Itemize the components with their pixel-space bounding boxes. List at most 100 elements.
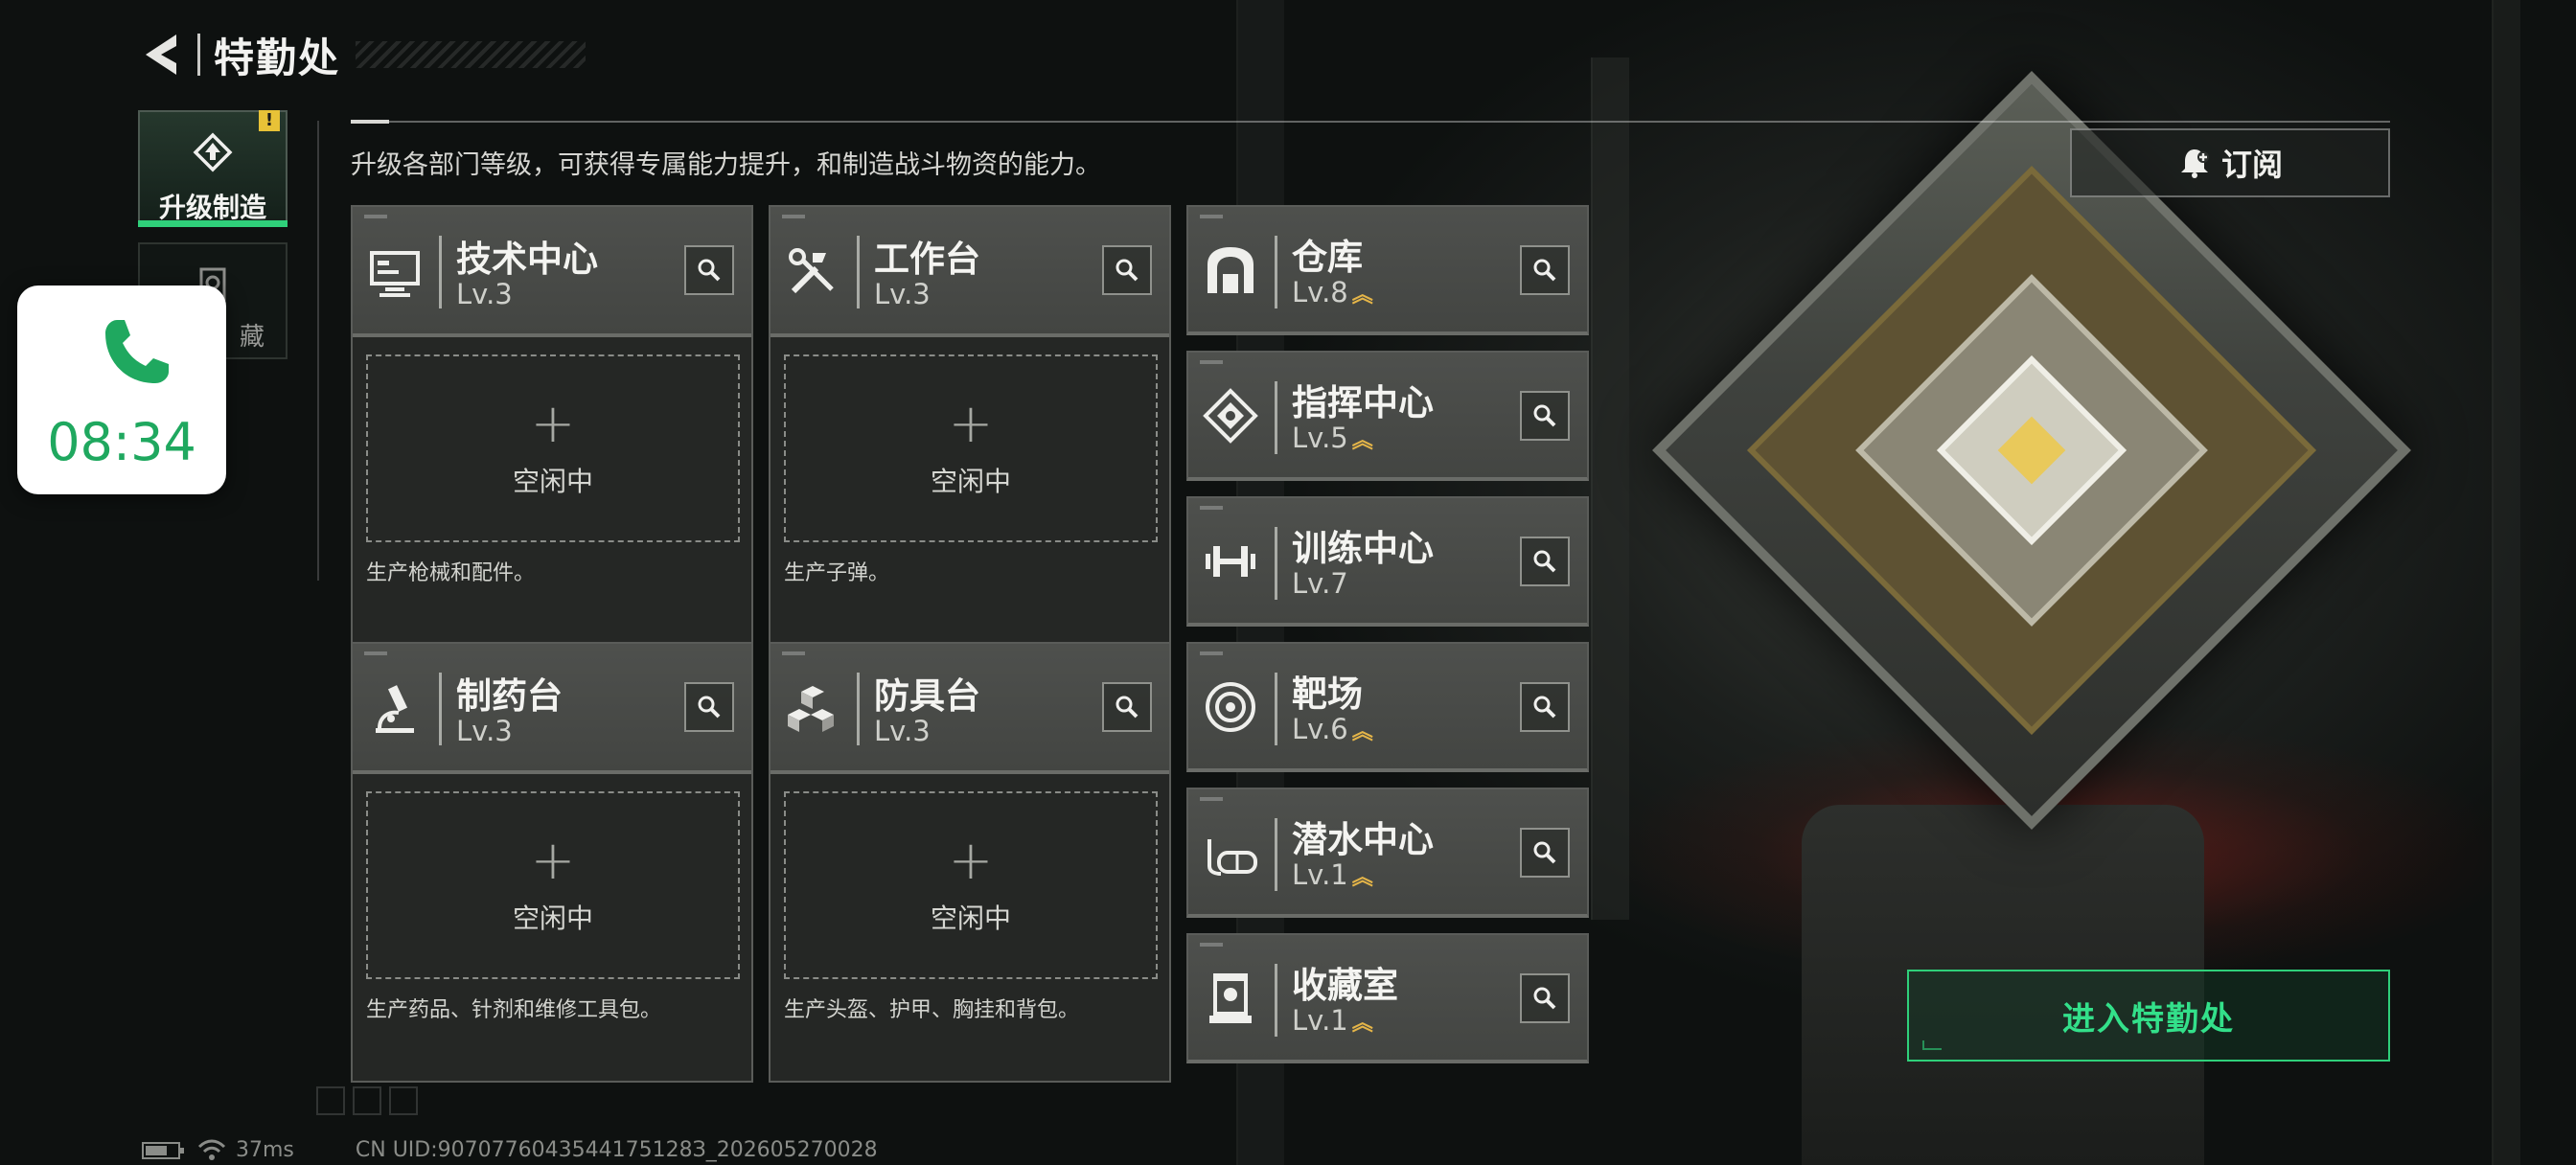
microscope-icon — [376, 685, 414, 733]
phone-icon — [105, 320, 169, 383]
search-button[interactable] — [1102, 682, 1152, 732]
search-button[interactable] — [1520, 682, 1570, 732]
add-icon: + — [530, 830, 576, 892]
facility-name: 仓库 — [1292, 237, 1363, 278]
slot-status: 空闲中 — [512, 466, 593, 497]
facility-level: Lv.1 — [1292, 1004, 1348, 1037]
slot-description: 生产头盔、护甲、胸挂和背包。 — [784, 998, 1080, 1022]
title-decoration — [356, 41, 586, 68]
search-button[interactable] — [1102, 245, 1152, 295]
facility-level: Lv.3 — [456, 715, 513, 747]
production-slot[interactable]: + 空闲中 — [366, 791, 740, 979]
facility-card-warehouse[interactable]: 仓库 Lv.8 ︽ — [1186, 205, 1589, 335]
facility-name: 技术中心 — [456, 239, 598, 280]
search-icon — [1533, 259, 1556, 282]
card-header[interactable]: 技术中心 Lv.3 — [353, 207, 751, 337]
diving-mask-icon — [1208, 839, 1257, 876]
search-button[interactable] — [684, 245, 734, 295]
section-description: 升级各部门等级，可获得专属能力提升，和制造战斗物资的能力。 — [351, 150, 1101, 180]
facility-level: Lv.1 — [1292, 858, 1348, 891]
computer-icon — [370, 251, 420, 297]
bottom-decoration — [316, 1086, 418, 1115]
upgrade-available-icon: ︽ — [1351, 866, 1373, 890]
facility-level: Lv.5 — [1292, 422, 1348, 454]
production-slot-area: + 空闲中 生产药品、针剂和维修工具包。 — [353, 774, 751, 1081]
facility-name: 收藏室 — [1292, 965, 1398, 1006]
dumbbell-icon — [1206, 546, 1255, 577]
search-button[interactable] — [1520, 973, 1570, 1023]
card-header[interactable]: 工作台 Lv.3 — [770, 207, 1169, 337]
slot-description: 生产枪械和配件。 — [366, 561, 536, 585]
facility-level: Lv.6 — [1292, 713, 1348, 745]
facility-name: 工作台 — [874, 239, 980, 280]
search-button[interactable] — [1520, 391, 1570, 441]
facility-card-diving-center[interactable]: 潜水中心 Lv.1 ︽ — [1186, 788, 1589, 918]
facility-name: 训练中心 — [1292, 528, 1434, 569]
search-icon — [1533, 550, 1556, 573]
target-icon — [1206, 682, 1255, 732]
facility-level: Lv.3 — [456, 278, 513, 310]
title-divider — [197, 34, 200, 76]
upgrade-available-icon: ︽ — [1351, 1012, 1373, 1036]
facility-level: Lv.8 — [1292, 276, 1348, 308]
facility-name: 潜水中心 — [1292, 819, 1434, 860]
vertical-divider — [317, 121, 319, 581]
facility-card-workbench: 工作台 Lv.3 + 空闲中 生产子弹。 — [769, 205, 1171, 646]
ping-value: 37ms — [236, 1138, 294, 1162]
slot-description: 生产子弹。 — [784, 561, 890, 585]
upgrade-available-icon: ︽ — [1351, 284, 1373, 308]
trophy-case-icon — [1209, 973, 1252, 1023]
search-icon — [698, 696, 721, 719]
facility-level: Lv.7 — [1292, 567, 1348, 600]
add-icon: + — [948, 393, 994, 455]
nav-tab-upgrade-build[interactable]: ! 升级制造 — [138, 110, 288, 227]
facility-card-pharmacy: 制药台 Lv.3 + 空闲中 生产药品、针剂和维修工具包。 — [351, 642, 753, 1083]
production-slot[interactable]: + 空闲中 — [784, 791, 1158, 979]
command-chip-icon — [1203, 388, 1258, 444]
add-icon: + — [530, 393, 576, 455]
search-button[interactable] — [684, 682, 734, 732]
search-icon — [1116, 259, 1138, 282]
facility-card-collection-room[interactable]: 收藏室 Lv.1 ︽ — [1186, 933, 1589, 1063]
search-icon — [698, 259, 721, 282]
production-slot-area: + 空闲中 生产头盔、护甲、胸挂和背包。 — [770, 774, 1169, 1081]
search-icon — [1533, 404, 1556, 427]
back-button[interactable] — [134, 26, 188, 83]
back-arrow-icon — [146, 34, 176, 75]
search-icon — [1116, 696, 1138, 719]
user-uid: CN UID:9070776043544175128З_202605270028 — [355, 1138, 878, 1162]
facility-card-training-center[interactable]: 训练中心 Lv.7 — [1186, 496, 1589, 627]
enter-special-ops-button[interactable]: 进入特勤处 — [1907, 970, 2390, 1062]
subscribe-label: 订阅 — [2220, 147, 2283, 183]
warehouse-icon — [1208, 247, 1254, 293]
facility-card-command-center[interactable]: 指挥中心 Lv.5 ︽ — [1186, 351, 1589, 481]
upgrade-available-icon: ︽ — [1351, 429, 1373, 453]
facility-card-armory: 防具台 Lv.3 + 空闲中 生产头盔、护甲、胸挂和背包。 — [769, 642, 1171, 1083]
production-slot[interactable]: + 空闲中 — [366, 354, 740, 542]
battery-icon — [142, 1141, 184, 1159]
production-slot-area: + 空闲中 生产枪械和配件。 — [353, 337, 751, 644]
alert-badge: ! — [259, 110, 280, 131]
search-button[interactable] — [1520, 537, 1570, 586]
slot-status: 空闲中 — [930, 902, 1011, 934]
slot-description: 生产药品、针剂和维修工具包。 — [366, 998, 662, 1022]
bell-plus-icon — [2180, 149, 2209, 178]
top-bar: 特勤处 — [134, 21, 586, 88]
section-divider — [351, 120, 2390, 124]
facility-name: 靶场 — [1292, 674, 1363, 715]
slot-status: 空闲中 — [930, 466, 1011, 497]
card-header[interactable]: 制药台 Lv.3 — [353, 644, 751, 774]
production-slot[interactable]: + 空闲中 — [784, 354, 1158, 542]
status-bar: 37ms CN UID:9070776043544175128З_2026052… — [142, 1138, 878, 1162]
search-button[interactable] — [1520, 245, 1570, 295]
search-button[interactable] — [1520, 828, 1570, 878]
wifi-icon — [197, 1139, 226, 1160]
card-header[interactable]: 防具台 Lv.3 — [770, 644, 1169, 774]
page-title: 特勤处 — [214, 34, 341, 81]
facility-card-tech-center: 技术中心 Lv.3 + 空闲中 生产枪械和配件。 — [351, 205, 753, 646]
subscribe-button[interactable]: 订阅 — [2070, 128, 2390, 197]
facility-card-shooting-range[interactable]: 靶场 Lv.6 ︽ — [1186, 642, 1589, 772]
search-icon — [1533, 696, 1556, 719]
upgrade-available-icon: ︽ — [1351, 720, 1373, 744]
call-overlay[interactable]: 08:34 — [17, 286, 226, 494]
